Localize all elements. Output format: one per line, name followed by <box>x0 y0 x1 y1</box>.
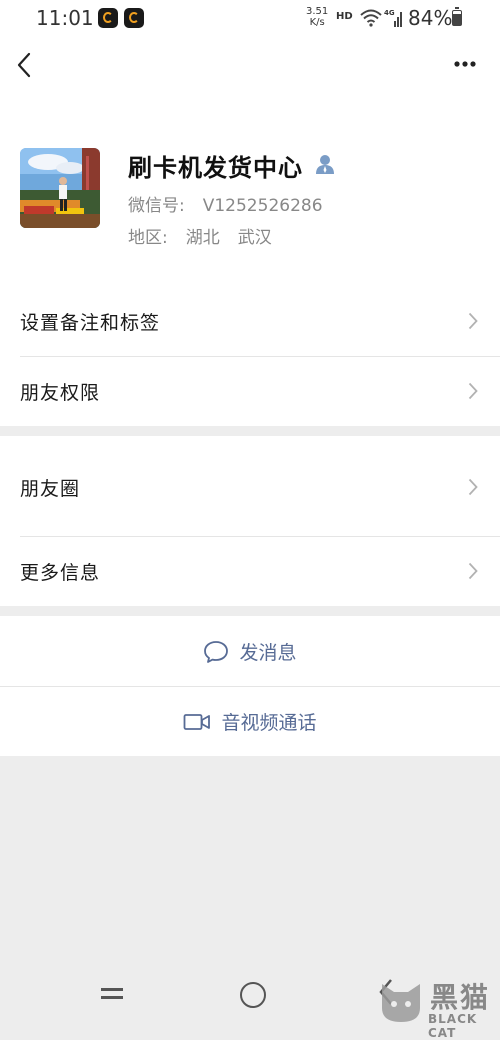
network-speed: 3.51 K/s <box>306 6 329 28</box>
svg-text:4G: 4G <box>384 9 395 17</box>
person-tag-icon <box>316 155 334 174</box>
wechat-id: 微信号: V1252526286 <box>128 191 323 216</box>
recent-apps-icon[interactable] <box>100 986 124 1002</box>
list-item-label: 更多信息 <box>20 562 101 584</box>
status-time: 11:01 <box>36 6 94 30</box>
video-camera-icon <box>184 713 211 730</box>
action-group: 发消息 音视频通话 <box>0 616 500 756</box>
chat-bubble-icon <box>204 640 229 663</box>
profile-name: 刷卡机发货中心 <box>128 154 303 182</box>
list-item-friend-permissions[interactable]: 朋友权限 <box>0 356 500 426</box>
chevron-right-icon <box>468 312 478 330</box>
watermark-subtext: BLACK CAT <box>428 1012 478 1040</box>
cellular-signal-icon: 4G <box>384 9 402 27</box>
list-item-more-info[interactable]: 更多信息 <box>0 536 500 606</box>
ellipsis-icon[interactable] <box>448 52 482 76</box>
info-group: 朋友圈 更多信息 <box>0 436 500 606</box>
chevron-right-icon <box>468 382 478 400</box>
profile-header: 刷卡机发货中心 微信号: V1252526286 地区: 湖北 武汉 <box>0 36 500 286</box>
system-navigation-bar <box>0 960 500 1028</box>
list-item-label: 朋友权限 <box>20 382 101 404</box>
status-bar: 11:01 3.51 K/s HD 4G 84% <box>0 0 500 36</box>
list-item-label: 设置备注和标签 <box>20 312 161 334</box>
watermark-text: 黑猫 <box>430 981 491 1014</box>
chevron-left-icon[interactable] <box>10 50 40 80</box>
wechat-id-value: V1252526286 <box>202 196 323 216</box>
region: 地区: 湖北 武汉 <box>128 223 272 248</box>
home-icon[interactable] <box>240 982 266 1008</box>
notification-app-icon <box>98 8 118 28</box>
wifi-icon <box>360 9 382 27</box>
video-call-label: 音视频通话 <box>221 712 317 734</box>
video-call-button[interactable]: 音视频通话 <box>0 686 500 756</box>
hd-indicator: HD <box>336 11 353 22</box>
region-province: 湖北 <box>185 228 220 248</box>
battery-icon <box>452 7 462 26</box>
region-city: 武汉 <box>237 228 272 248</box>
send-message-button[interactable]: 发消息 <box>0 616 500 686</box>
send-message-label: 发消息 <box>239 642 297 664</box>
list-item-remarks-and-tags[interactable]: 设置备注和标签 <box>0 286 500 356</box>
notification-app-icon <box>124 8 144 28</box>
avatar[interactable] <box>20 148 100 228</box>
settings-group: 设置备注和标签 朋友权限 <box>0 286 500 426</box>
list-item-label: 朋友圈 <box>20 478 81 500</box>
region-label: 地区: <box>128 228 168 248</box>
black-cat-logo-icon <box>382 984 420 1022</box>
chevron-right-icon <box>468 562 478 580</box>
chevron-right-icon <box>468 478 478 496</box>
battery-percent: 84% <box>408 6 453 30</box>
list-item-moments[interactable]: 朋友圈 <box>0 436 500 536</box>
wechat-id-label: 微信号: <box>128 196 185 216</box>
